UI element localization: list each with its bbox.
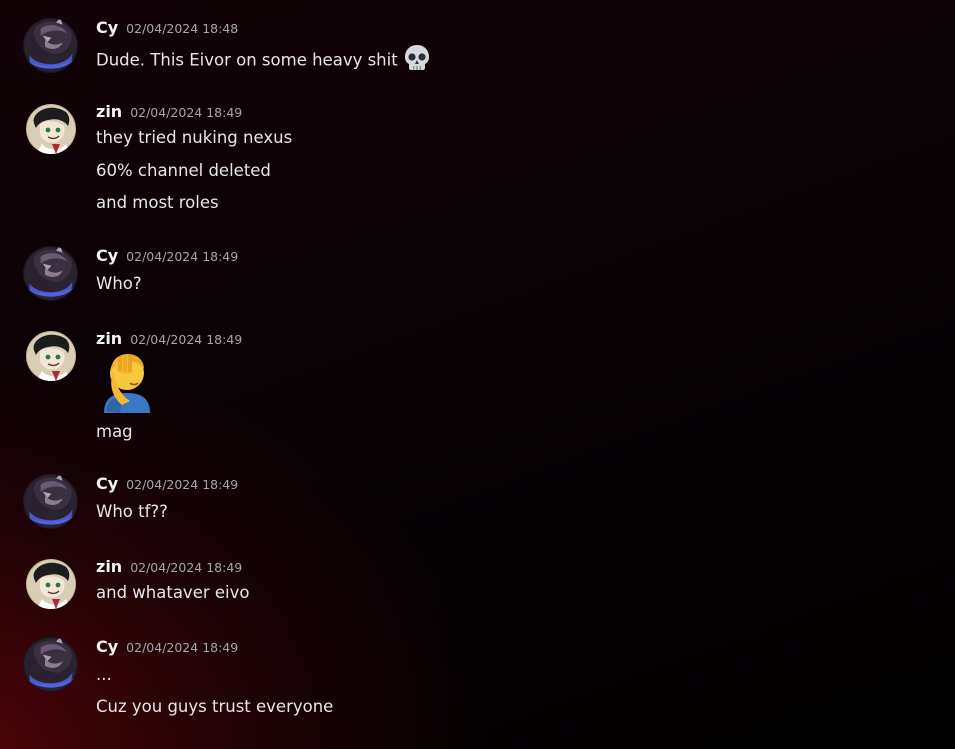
user-avatar[interactable] bbox=[26, 559, 76, 609]
message-header: zin 02/04/2024 18:49 bbox=[96, 557, 242, 579]
username[interactable]: zin bbox=[96, 102, 122, 121]
message-text: and most roles bbox=[96, 193, 219, 212]
skull-emoji-icon bbox=[404, 45, 429, 70]
message-text: Who? bbox=[96, 274, 142, 293]
message-text: mag bbox=[96, 422, 133, 441]
message-text: 60% channel deleted bbox=[96, 161, 271, 180]
facepalm-emoji-icon bbox=[104, 354, 150, 413]
timestamp: 02/04/2024 18:49 bbox=[130, 332, 243, 347]
user-avatar[interactable] bbox=[23, 246, 78, 301]
message-text: Dude. This Eivor on some heavy shit bbox=[96, 45, 432, 76]
username[interactable]: Cy bbox=[96, 637, 118, 656]
username[interactable]: Cy bbox=[96, 474, 118, 493]
user-avatar[interactable] bbox=[26, 331, 76, 381]
timestamp: 02/04/2024 18:49 bbox=[126, 477, 239, 492]
user-avatar[interactable] bbox=[23, 637, 78, 692]
timestamp: 02/04/2024 18:49 bbox=[126, 640, 239, 655]
user-avatar[interactable] bbox=[26, 104, 76, 154]
username[interactable]: zin bbox=[96, 557, 122, 576]
message-header: Cy 02/04/2024 18:49 bbox=[96, 637, 238, 659]
message-text: they tried nuking nexus bbox=[96, 128, 293, 147]
username[interactable]: Cy bbox=[96, 246, 118, 265]
timestamp: 02/04/2024 18:48 bbox=[126, 21, 239, 36]
message-text: Cuz you guys trust everyone bbox=[96, 697, 334, 716]
message-header: Cy 02/04/2024 18:48 bbox=[96, 18, 238, 40]
message-text: ... bbox=[96, 665, 112, 684]
timestamp: 02/04/2024 18:49 bbox=[126, 249, 239, 264]
message-header: Cy 02/04/2024 18:49 bbox=[96, 246, 238, 268]
message-text-content: Dude. This Eivor on some heavy shit bbox=[96, 50, 398, 70]
chat-message-list: Cy 02/04/2024 18:48 Dude. This Eivor on s… bbox=[0, 0, 955, 749]
message-header: Cy 02/04/2024 18:49 bbox=[96, 474, 238, 496]
username[interactable]: Cy bbox=[96, 18, 118, 37]
username[interactable]: zin bbox=[96, 329, 122, 348]
message-text: and whataver eivo bbox=[96, 583, 250, 602]
message-header: zin 02/04/2024 18:49 bbox=[96, 102, 242, 124]
message-text: Who tf?? bbox=[96, 502, 168, 521]
message-header: zin 02/04/2024 18:49 bbox=[96, 329, 242, 351]
timestamp: 02/04/2024 18:49 bbox=[130, 560, 243, 575]
timestamp: 02/04/2024 18:49 bbox=[130, 105, 243, 120]
user-avatar[interactable] bbox=[23, 474, 78, 529]
user-avatar[interactable] bbox=[23, 18, 78, 73]
